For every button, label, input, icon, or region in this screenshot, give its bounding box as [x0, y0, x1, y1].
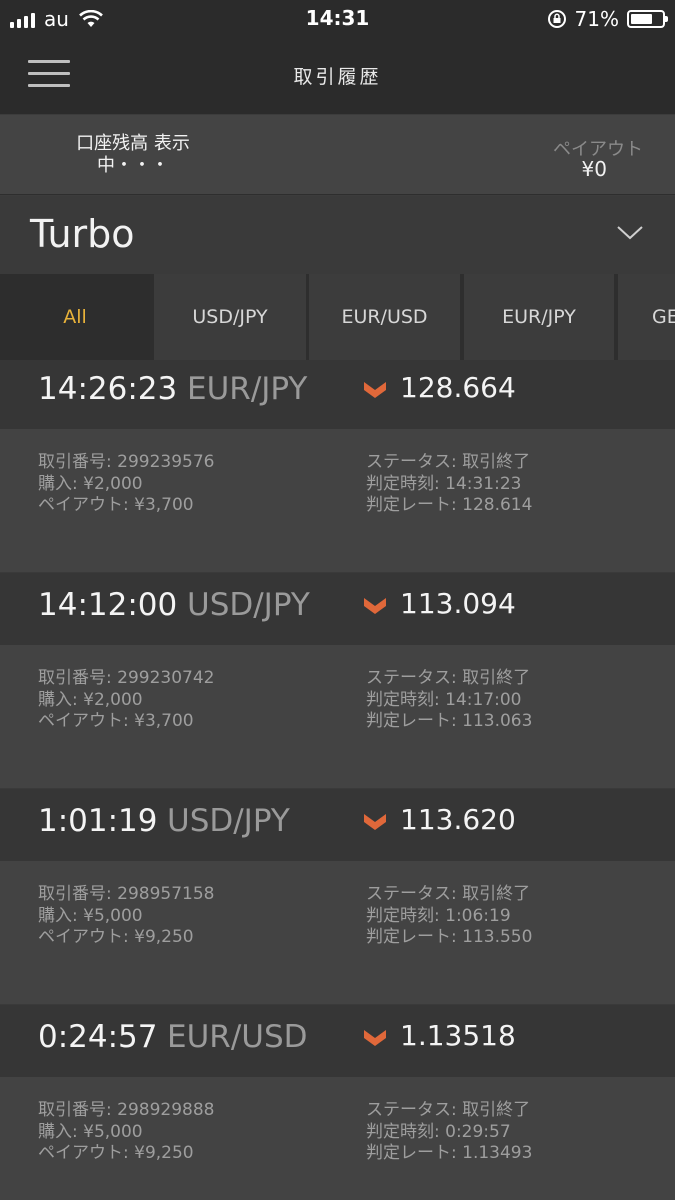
status-bar-right: 71% — [547, 6, 668, 32]
trade-details: 取引番号: 298957158 購入: ¥5,000 ペイアウト: ¥9,250… — [0, 861, 675, 1005]
down-arrow-icon — [364, 1030, 386, 1046]
trade-number: 取引番号: 298929888 — [38, 1100, 215, 1120]
down-arrow-icon — [364, 814, 386, 830]
trade-item[interactable]: 0:24:57 EUR/USD 1.13518 取引番号: 298929888 … — [0, 1005, 675, 1200]
trade-judge-time: 判定時刻: 14:31:23 — [366, 473, 522, 494]
product-selector[interactable]: Turbo — [0, 196, 675, 274]
trade-details-left: 取引番号: 298957158 購入: ¥5,000 ペイアウト: ¥9,250 — [38, 884, 214, 949]
trade-details: 取引番号: 299230742 購入: ¥2,000 ペイアウト: ¥3,700… — [0, 645, 675, 789]
trade-status: ステータス: 取引終了 — [366, 452, 531, 472]
trade-details: 取引番号: 298929888 購入: ¥5,000 ペイアウト: ¥9,250… — [0, 1077, 675, 1200]
trade-pair: EUR/USD — [167, 1019, 308, 1055]
trade-header: 14:26:23 EUR/JPY 128.664 — [0, 360, 675, 429]
trade-judge-time: 判定時刻: 0:29:57 — [366, 1121, 511, 1142]
trade-item[interactable]: 14:26:23 EUR/JPY 128.664 取引番号: 299239576… — [0, 360, 675, 573]
pair-filter-tabs: All USD/JPY EUR/USD EUR/JPY GE — [0, 274, 675, 360]
account-balance-line1: 口座残高 表示 — [76, 133, 190, 154]
trade-details: 取引番号: 299239576 購入: ¥2,000 ペイアウト: ¥3,700… — [0, 429, 675, 573]
trade-payout: ペイアウト: ¥9,250 — [38, 927, 194, 947]
trade-number: 取引番号: 299239576 — [38, 452, 215, 472]
trade-pair: USD/JPY — [167, 803, 290, 839]
trade-item[interactable]: 14:12:00 USD/JPY 113.094 取引番号: 299230742… — [0, 573, 675, 789]
trade-judge-time: 判定時刻: 1:06:19 — [366, 905, 511, 926]
trade-list[interactable]: 14:26:23 EUR/JPY 128.664 取引番号: 299239576… — [0, 360, 675, 1200]
payout-value: ¥0 — [581, 157, 607, 181]
trade-judge-rate: 判定レート: 113.550 — [366, 927, 533, 947]
trade-details-right: ステータス: 取引終了 判定時刻: 14:31:23 判定レート: 128.61… — [366, 452, 532, 517]
product-name: Turbo — [30, 212, 135, 256]
trade-payout: ペイアウト: ¥3,700 — [38, 495, 194, 515]
tab-eur-jpy[interactable]: EUR/JPY — [464, 274, 614, 360]
trade-number: 取引番号: 298957158 — [38, 884, 215, 904]
trade-status: ステータス: 取引終了 — [366, 668, 531, 688]
tab-usd-jpy[interactable]: USD/JPY — [154, 274, 306, 360]
trade-time: 14:26:23 — [38, 371, 178, 407]
trade-details-left: 取引番号: 299239576 購入: ¥2,000 ペイアウト: ¥3,700 — [38, 452, 214, 517]
tab-eur-usd[interactable]: EUR/USD — [309, 274, 460, 360]
battery-icon — [627, 10, 668, 28]
down-arrow-icon — [364, 598, 386, 614]
trade-payout: ペイアウト: ¥3,700 — [38, 711, 194, 731]
trade-strike-rate: 1.13518 — [400, 1019, 516, 1052]
trade-details-right: ステータス: 取引終了 判定時刻: 1:06:19 判定レート: 113.550 — [366, 884, 532, 949]
trade-number: 取引番号: 299230742 — [38, 668, 215, 688]
balance-bar: 口座残高 表示 中・・・ ペイアウト ¥0 — [0, 115, 675, 195]
trade-purchase: 購入: ¥5,000 — [38, 1121, 143, 1142]
tab-all[interactable]: All — [0, 274, 150, 360]
trade-status: ステータス: 取引終了 — [366, 1100, 531, 1120]
trade-strike-rate: 113.094 — [400, 587, 516, 620]
battery-percent: 71% — [574, 7, 619, 31]
chevron-down-icon[interactable] — [617, 226, 643, 240]
down-arrow-icon — [364, 382, 386, 398]
trade-pair: EUR/JPY — [187, 371, 308, 407]
account-balance-line2: 中・・・ — [97, 155, 169, 176]
trade-details-left: 取引番号: 299230742 購入: ¥2,000 ペイアウト: ¥3,700 — [38, 668, 214, 733]
orientation-lock-icon — [547, 10, 566, 28]
account-balance-label: 口座残高 表示 中・・・ — [68, 133, 198, 177]
trade-header: 0:24:57 EUR/USD 1.13518 — [0, 1005, 675, 1077]
trade-judge-time: 判定時刻: 14:17:00 — [366, 689, 522, 710]
trade-strike-rate: 113.620 — [400, 803, 516, 836]
nav-bar: 取引履歴 — [0, 38, 675, 114]
battery-fill — [631, 14, 653, 24]
trade-judge-rate: 判定レート: 113.063 — [366, 711, 533, 731]
trade-judge-rate: 判定レート: 128.614 — [366, 495, 533, 515]
trade-purchase: 購入: ¥5,000 — [38, 905, 143, 926]
trade-judge-rate: 判定レート: 1.13493 — [366, 1143, 533, 1163]
trade-time: 14:12:00 — [38, 587, 178, 623]
page-title: 取引履歴 — [293, 66, 382, 88]
trade-purchase: 購入: ¥2,000 — [38, 473, 143, 494]
trade-pair: USD/JPY — [187, 587, 310, 623]
trade-details-right: ステータス: 取引終了 判定時刻: 14:17:00 判定レート: 113.06… — [366, 668, 532, 733]
trade-header: 1:01:19 USD/JPY 113.620 — [0, 789, 675, 861]
trade-details-right: ステータス: 取引終了 判定時刻: 0:29:57 判定レート: 1.13493 — [366, 1100, 532, 1165]
trade-strike-rate: 128.664 — [400, 371, 516, 404]
trade-status: ステータス: 取引終了 — [366, 884, 531, 904]
trade-details-left: 取引番号: 298929888 購入: ¥5,000 ペイアウト: ¥9,250 — [38, 1100, 214, 1165]
status-bar: au 14:31 71% — [0, 0, 675, 38]
trade-payout: ペイアウト: ¥9,250 — [38, 1143, 194, 1163]
trade-purchase: 購入: ¥2,000 — [38, 689, 143, 710]
tab-ge[interactable]: GE — [618, 274, 675, 360]
trade-header: 14:12:00 USD/JPY 113.094 — [0, 573, 675, 645]
trade-time: 0:24:57 — [38, 1019, 158, 1055]
trade-item[interactable]: 1:01:19 USD/JPY 113.620 取引番号: 298957158 … — [0, 789, 675, 1005]
trade-time: 1:01:19 — [38, 803, 158, 839]
